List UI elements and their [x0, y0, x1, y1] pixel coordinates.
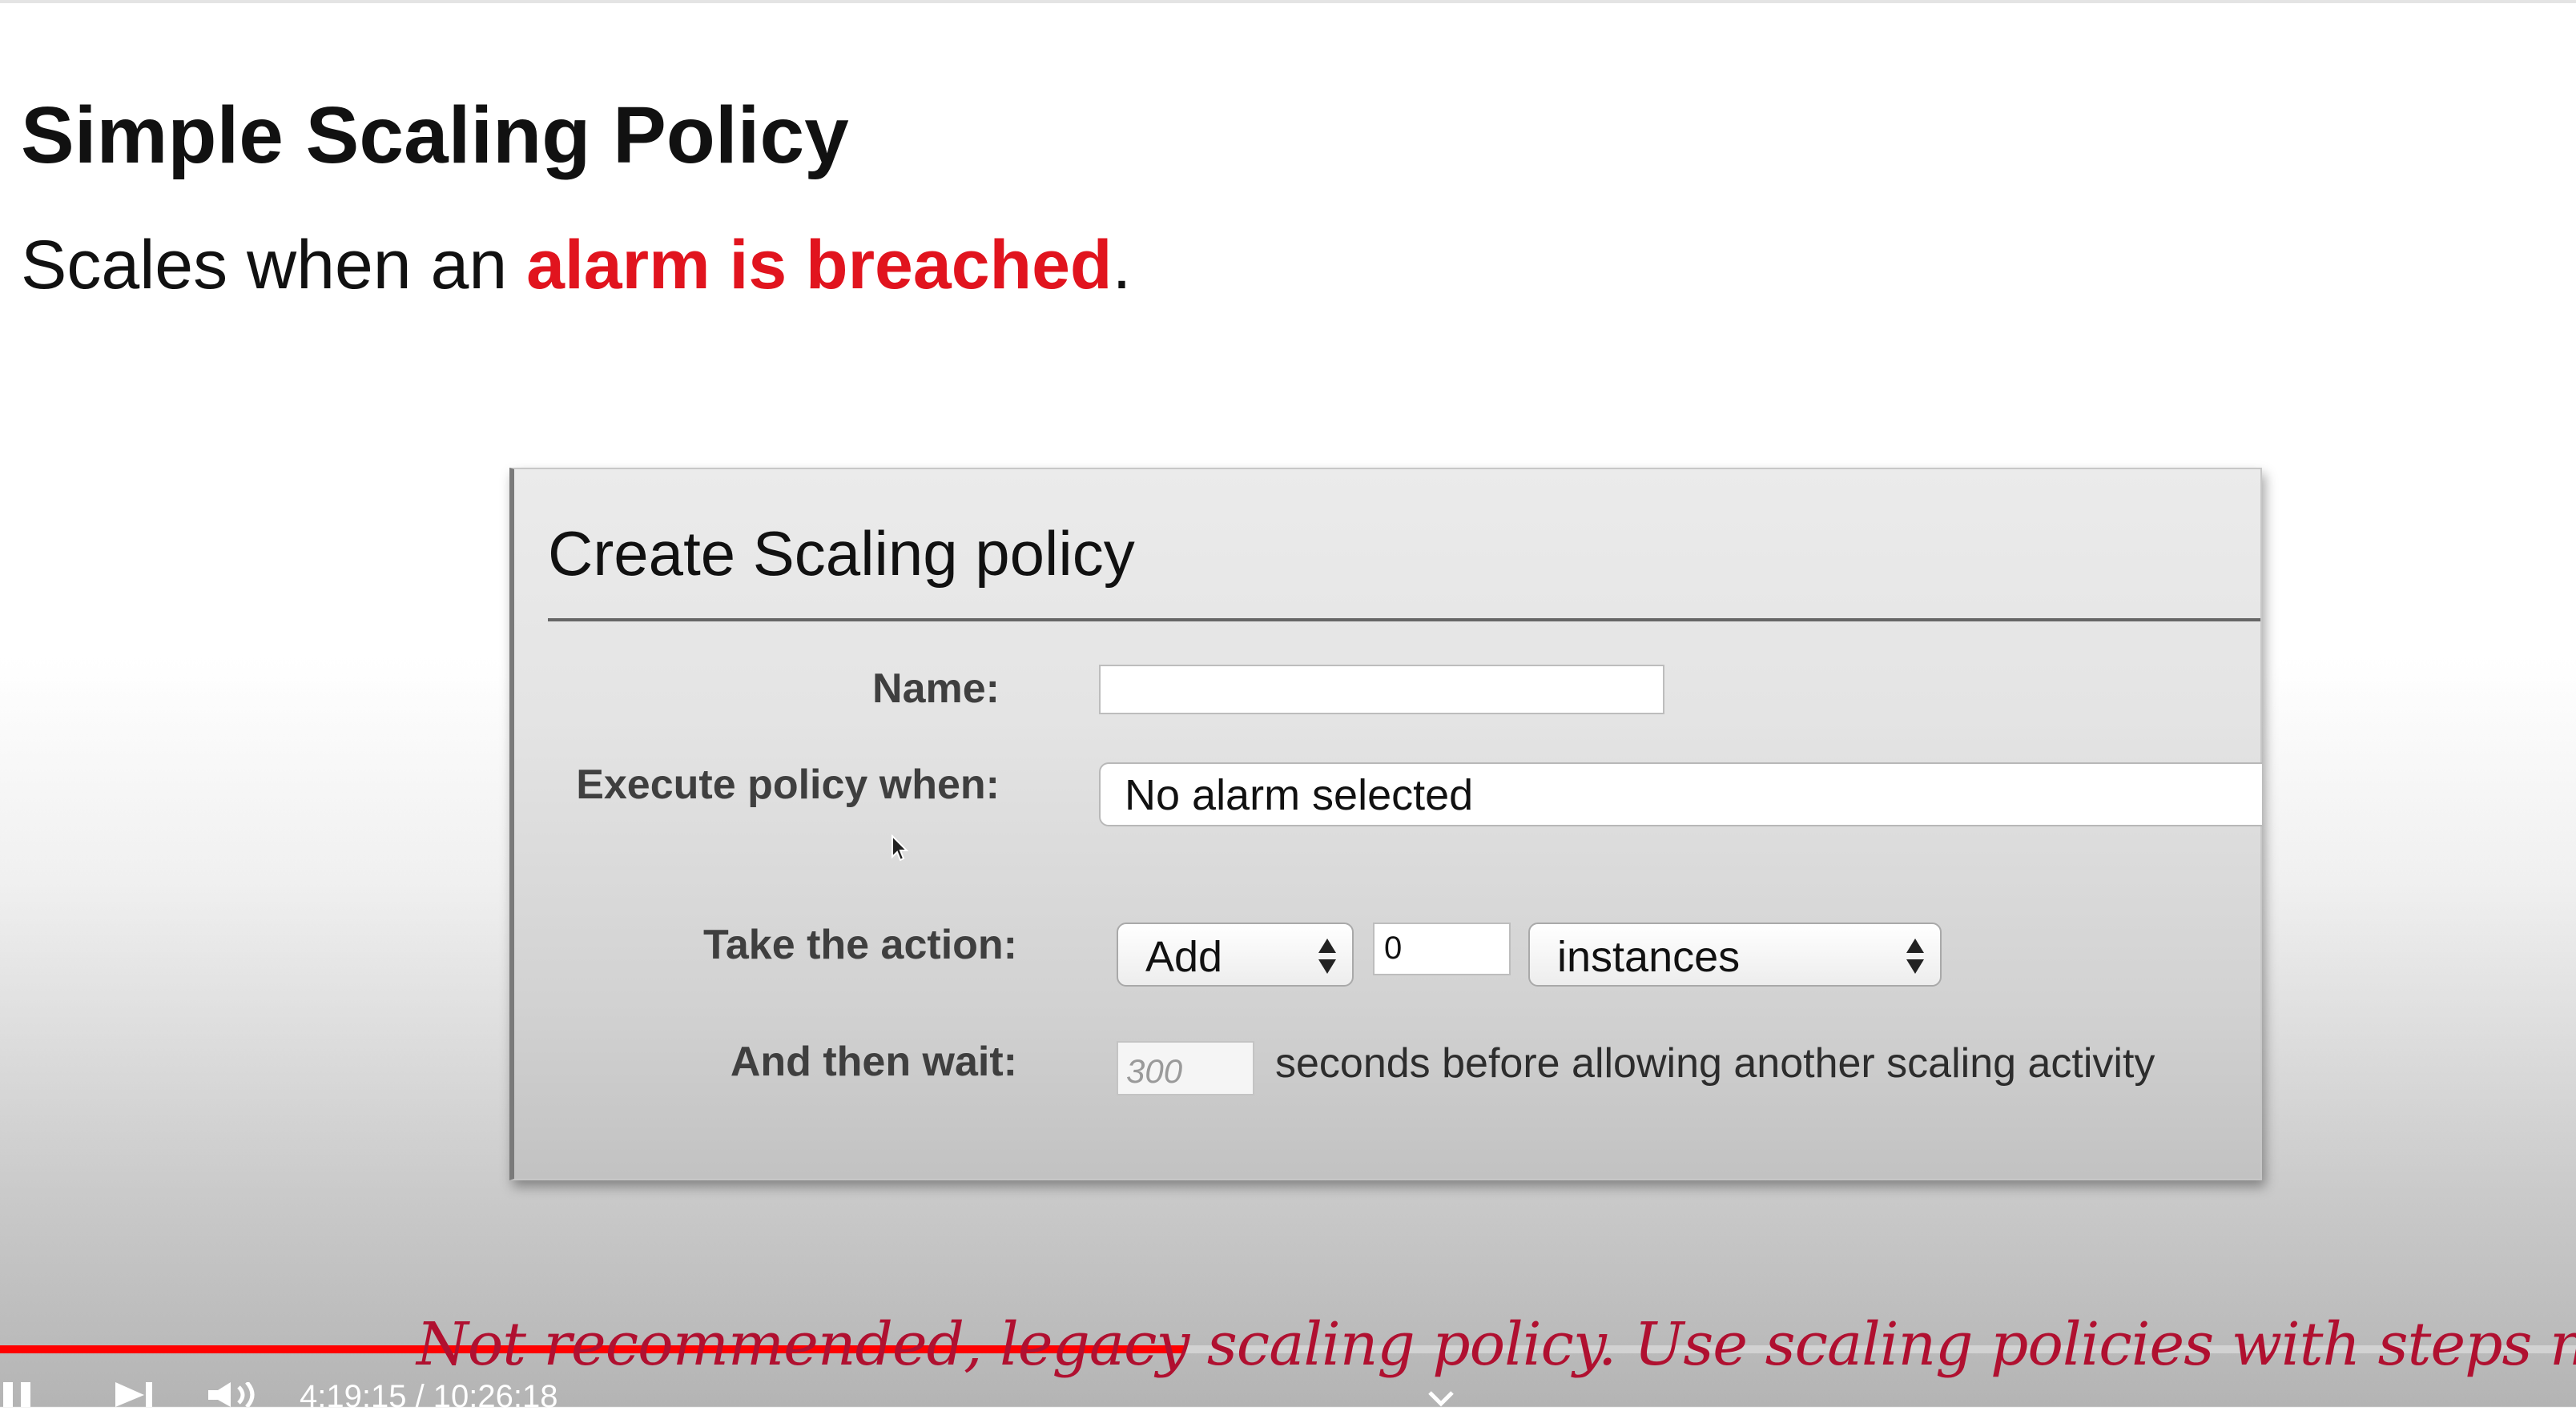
action-type-select[interactable]: Add — [1117, 923, 1354, 987]
wait-label: And then wait: — [730, 1039, 1017, 1085]
policy-name-input[interactable] — [1099, 665, 1664, 714]
name-label: Name: — [872, 665, 1000, 712]
subtitle-highlight: alarm is breached — [526, 227, 1113, 304]
alarm-select[interactable]: No alarm selected — [1099, 762, 2262, 826]
action-type-value: Add — [1145, 933, 1223, 981]
dialog-divider — [548, 618, 2260, 621]
action-unit-value: instances — [1557, 933, 1741, 981]
volume-icon[interactable] — [207, 1382, 263, 1407]
next-icon[interactable] — [112, 1382, 157, 1407]
select-arrows-icon — [1318, 939, 1336, 974]
mouse-cursor-icon — [892, 834, 908, 862]
pause-icon[interactable] — [0, 1382, 38, 1407]
execute-policy-label: Execute policy when: — [576, 762, 1000, 808]
create-scaling-policy-dialog: Create Scaling policy Name: Execute poli… — [509, 468, 2262, 1180]
chevron-down-icon[interactable] — [1427, 1390, 1455, 1407]
wait-suffix-text: seconds before allowing another scaling … — [1275, 1040, 2155, 1087]
subtitle-prefix: Scales when an — [21, 227, 527, 304]
select-arrows-icon — [1906, 939, 1924, 974]
subtitle-suffix: . — [1112, 227, 1132, 304]
video-controls: 4:19:15 / 10:26:18 — [0, 1371, 2576, 1414]
cooldown-seconds-input[interactable]: 300 — [1117, 1041, 1254, 1095]
top-divider — [0, 0, 2576, 3]
slide-subtitle: Scales when an alarm is breached. — [21, 226, 1131, 305]
slide-title: Simple Scaling Policy — [21, 90, 849, 180]
dialog-title: Create Scaling policy — [548, 518, 1135, 589]
action-unit-select[interactable]: instances — [1528, 923, 1942, 987]
legacy-annotation: Not recommended, legacy scaling policy. … — [417, 1310, 2576, 1379]
time-display: 4:19:15 / 10:26:18 — [300, 1379, 558, 1414]
instance-count-input[interactable]: 0 — [1373, 923, 1511, 975]
take-action-label: Take the action: — [702, 922, 1017, 968]
